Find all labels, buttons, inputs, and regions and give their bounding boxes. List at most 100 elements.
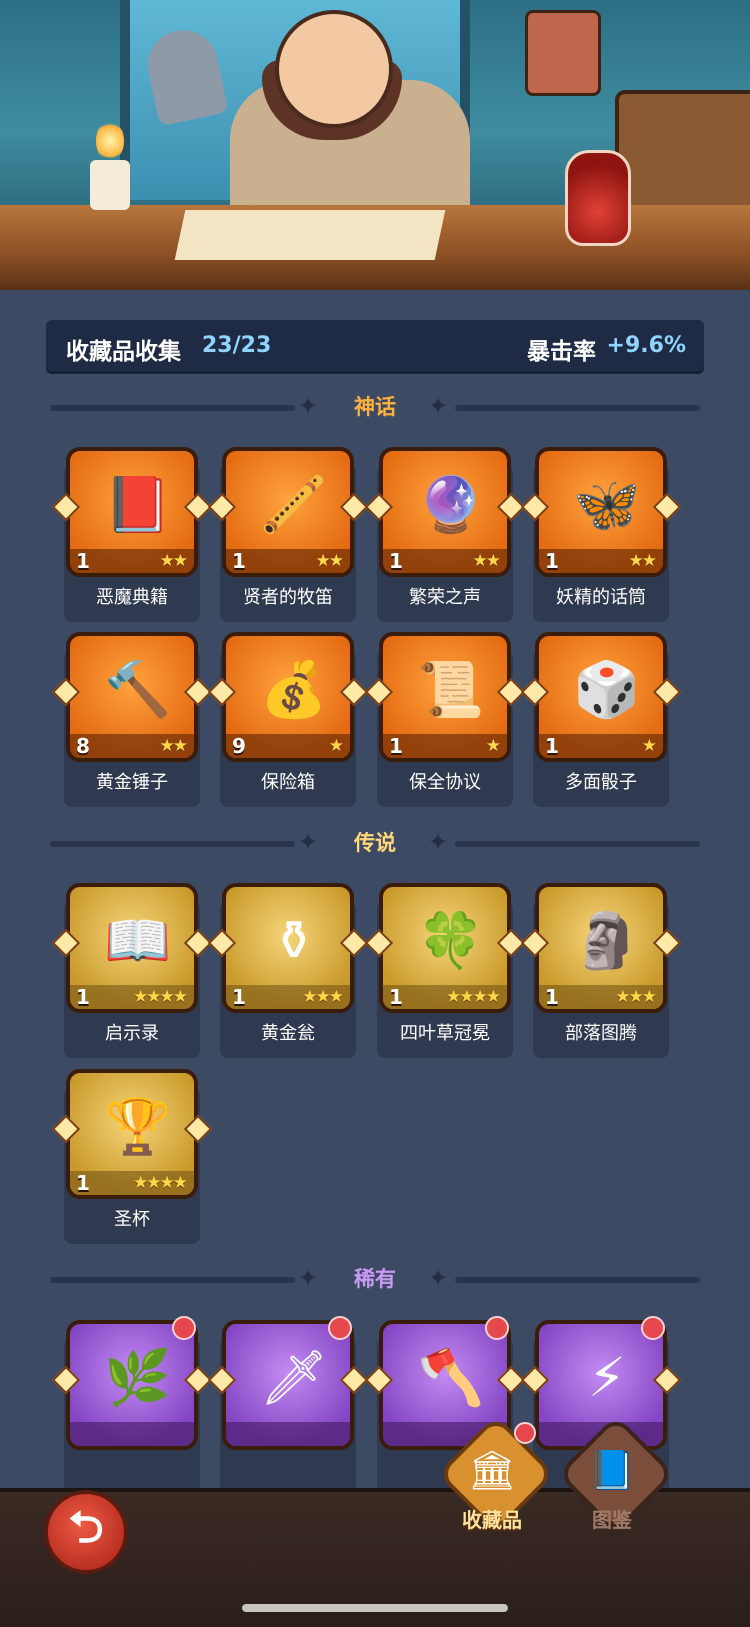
scroll-contract-icon: 📜 [417, 658, 485, 721]
item-name: 繁荣之声 [409, 587, 481, 608]
item-level: 1 [76, 549, 90, 573]
back-button[interactable]: ⮌ [44, 1490, 128, 1574]
collectible-card[interactable]: 📜 1 ★ 保全协议 [364, 632, 526, 807]
sparkle-icon: ✦ [428, 392, 449, 420]
notification-dot-icon [641, 1316, 665, 1340]
divider-line [455, 1277, 700, 1283]
star-rating: ★★ [159, 736, 189, 756]
red-potion-illustration [565, 150, 631, 246]
collectible-card[interactable]: 🔨 8 ★★ 黄金锤子 [51, 632, 213, 807]
tab-collection[interactable]: 🏛 收藏品 [436, 1414, 556, 1542]
item-level: 8 [76, 734, 90, 758]
item-name: 保全协议 [409, 772, 481, 793]
item-name: 圣杯 [114, 1209, 150, 1230]
divider-line [455, 841, 700, 847]
collection-count: 23/23 [202, 333, 272, 358]
item-level: 1 [545, 734, 559, 758]
item-level: 1 [389, 734, 403, 758]
collectible-card[interactable]: 🍀 1 ★★★★ 四叶草冠冕 [364, 883, 526, 1058]
treasure-chest-icon: 💰 [260, 658, 328, 721]
collectible-card[interactable]: 📖 1 ★★★★ 启示录 [51, 883, 213, 1058]
notification-dot-icon [485, 1316, 509, 1340]
card-frame: 🗡 [222, 1320, 354, 1450]
totem-decoration [525, 10, 601, 96]
collectible-card[interactable]: 🎲 1 ★ 多面骰子 [520, 632, 682, 807]
fairy-megaphone-icon: 🦋 [573, 473, 641, 536]
collectible-card[interactable]: 🦋 1 ★★ 妖精的话筒 [520, 447, 682, 622]
card-frame: 🔨 8 ★★ [66, 632, 198, 762]
card-frame: 🪈 1 ★★ [222, 447, 354, 577]
golden-urn-icon: ⚱ [271, 909, 317, 972]
item-level: 1 [232, 549, 246, 573]
item-name: 妖精的话筒 [556, 587, 646, 608]
item-name: 贤者的牧笛 [243, 587, 333, 608]
item-level: 1 [76, 1171, 90, 1195]
sparkle-icon: ✦ [428, 1264, 449, 1292]
star-rating: ★★ [159, 551, 189, 571]
collectible-card[interactable]: 💰 9 ★ 保险箱 [207, 632, 369, 807]
star-rating: ★★ [472, 551, 502, 571]
candle-flame [96, 120, 124, 162]
item-level: 1 [545, 549, 559, 573]
prosperity-orb-icon: 🔮 [417, 473, 485, 536]
collectible-card[interactable]: 🏆 1 ★★★★ 圣杯 [51, 1069, 213, 1244]
section-divider-legendary: ✦ 传说 ✦ [50, 826, 700, 860]
lightning-card-icon: ⚡ [588, 1346, 626, 1409]
item-level: 1 [232, 985, 246, 1009]
card-frame: 🗿 1 ★★★ [535, 883, 667, 1013]
hero-banner [0, 0, 750, 290]
codex-book-icon: 📘 [588, 1448, 636, 1492]
card-frame: 🎲 1 ★ [535, 632, 667, 762]
thorn-vines-icon: 🌿 [104, 1346, 172, 1409]
collectible-card[interactable]: 🌿 [51, 1316, 213, 1495]
notification-dot-icon [172, 1316, 196, 1340]
item-level: 1 [76, 985, 90, 1009]
item-name: 保险箱 [261, 772, 315, 793]
tab-label: 图鉴 [592, 1508, 632, 1532]
sage-flute-icon: 🪈 [260, 473, 328, 536]
star-rating: ★★★★ [446, 987, 501, 1007]
collectible-card[interactable]: 🗿 1 ★★★ 部落图腾 [520, 883, 682, 1058]
card-frame: 🍀 1 ★★★★ [379, 883, 511, 1013]
item-level: 1 [389, 985, 403, 1009]
card-frame: 🌿 [66, 1320, 198, 1450]
item-level: 1 [545, 985, 559, 1009]
card-frame: 🏆 1 ★★★★ [66, 1069, 198, 1199]
home-indicator [242, 1604, 508, 1612]
star-rating: ★★★ [302, 987, 344, 1007]
tab-label: 收藏品 [462, 1508, 522, 1532]
item-name: 四叶草冠冕 [400, 1023, 490, 1044]
star-rating: ★★★ [615, 987, 657, 1007]
card-band [226, 1422, 350, 1446]
star-rating: ★ [641, 736, 657, 756]
item-level: 1 [389, 549, 403, 573]
collectible-card[interactable]: ⚱ 1 ★★★ 黄金瓮 [207, 883, 369, 1058]
tab-codex[interactable]: 📘 图鉴 [556, 1414, 676, 1542]
collection-header: 收藏品收集 23/23 暴击率 +9.6% [46, 320, 704, 374]
demon-book-icon: 📕 [104, 473, 172, 536]
item-name: 部落图腾 [565, 1023, 637, 1044]
holy-grail-icon: 🏆 [104, 1095, 172, 1158]
star-rating: ★★ [315, 551, 345, 571]
sparkle-icon: ✦ [428, 828, 449, 856]
candle-illustration [90, 160, 130, 210]
collection-title: 收藏品收集 [66, 339, 181, 365]
collectible-card[interactable]: 🪈 1 ★★ 贤者的牧笛 [207, 447, 369, 622]
card-frame: 💰 9 ★ [222, 632, 354, 762]
item-name: 黄金锤子 [96, 772, 168, 793]
star-rating: ★★ [628, 551, 658, 571]
card-band [70, 1422, 194, 1446]
polyhedral-dice-icon: 🎲 [573, 658, 641, 721]
card-frame: 📜 1 ★ [379, 632, 511, 762]
item-name: 恶魔典籍 [96, 587, 168, 608]
notification-dot-icon [514, 1422, 536, 1444]
collectible-card[interactable]: 📕 1 ★★ 恶魔典籍 [51, 447, 213, 622]
treasure-map-illustration [174, 210, 446, 260]
collectible-card[interactable]: 🔮 1 ★★ 繁荣之声 [364, 447, 526, 622]
golden-hammer-icon: 🔨 [104, 658, 172, 721]
tribal-totem-icon: 🗿 [573, 909, 641, 972]
star-rating: ★★★★ [133, 987, 188, 1007]
crit-rate-value: +9.6% [606, 333, 686, 358]
battle-axe-icon: 🪓 [417, 1346, 485, 1409]
collectible-card[interactable]: 🗡 [207, 1316, 369, 1495]
